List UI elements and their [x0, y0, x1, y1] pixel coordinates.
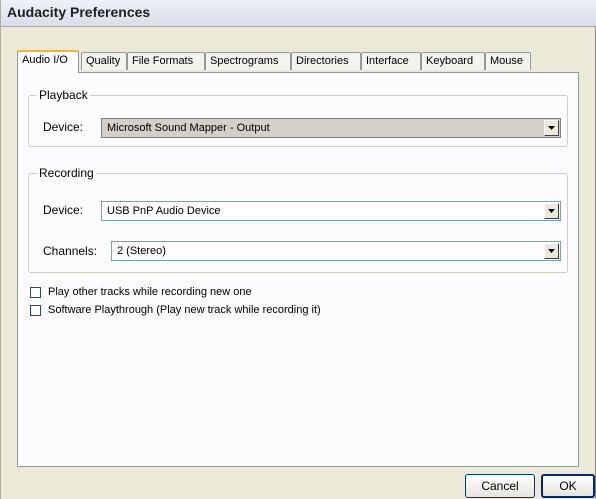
- title-bar[interactable]: Audacity Preferences: [1, 0, 596, 27]
- window-title: Audacity Preferences: [7, 4, 151, 20]
- play-other-tracks-checkbox[interactable]: [30, 287, 41, 298]
- chevron-down-icon[interactable]: [544, 203, 559, 219]
- recording-channels-value: 2 (Stereo): [117, 245, 166, 257]
- play-other-tracks-label[interactable]: Play other tracks while recording new on…: [48, 286, 252, 298]
- recording-group: Recording Device: USB PnP Audio Device C…: [28, 166, 568, 273]
- tab-quality[interactable]: Quality: [81, 52, 127, 70]
- playback-group: Playback Device: Microsoft Sound Mapper …: [28, 88, 568, 147]
- playback-device-label: Device:: [43, 120, 84, 134]
- tab-strip: Audio I/O Quality File Formats Spectrogr…: [17, 50, 577, 73]
- tab-file-formats[interactable]: File Formats: [127, 52, 205, 70]
- tab-keyboard[interactable]: Keyboard: [421, 52, 485, 70]
- recording-channels-label: Channels:: [43, 244, 98, 258]
- playback-device-value: Microsoft Sound Mapper - Output: [107, 122, 270, 134]
- recording-legend: Recording: [37, 166, 96, 180]
- chevron-down-icon[interactable]: [544, 120, 559, 136]
- software-playthrough-label[interactable]: Software Playthrough (Play new track whi…: [48, 304, 321, 316]
- recording-device-value: USB PnP Audio Device: [107, 205, 221, 217]
- software-playthrough-checkbox[interactable]: [30, 305, 41, 316]
- preferences-window: Audacity Preferences Audio I/O Quality F…: [0, 0, 596, 499]
- tab-interface[interactable]: Interface: [361, 52, 421, 70]
- playback-legend: Playback: [37, 88, 90, 102]
- tab-mouse[interactable]: Mouse: [485, 52, 531, 70]
- chevron-down-icon[interactable]: [544, 243, 559, 259]
- tab-audio-io[interactable]: Audio I/O: [17, 50, 79, 73]
- tab-directories[interactable]: Directories: [291, 52, 361, 70]
- cancel-button[interactable]: Cancel: [465, 474, 535, 498]
- ok-button[interactable]: OK: [541, 474, 595, 498]
- recording-device-select[interactable]: USB PnP Audio Device: [101, 201, 561, 221]
- playback-device-select[interactable]: Microsoft Sound Mapper - Output: [101, 118, 561, 138]
- recording-channels-select[interactable]: 2 (Stereo): [111, 241, 561, 261]
- recording-device-label: Device:: [43, 203, 84, 217]
- tab-spectrograms[interactable]: Spectrograms: [205, 52, 291, 70]
- audio-io-panel: Playback Device: Microsoft Sound Mapper …: [17, 72, 579, 467]
